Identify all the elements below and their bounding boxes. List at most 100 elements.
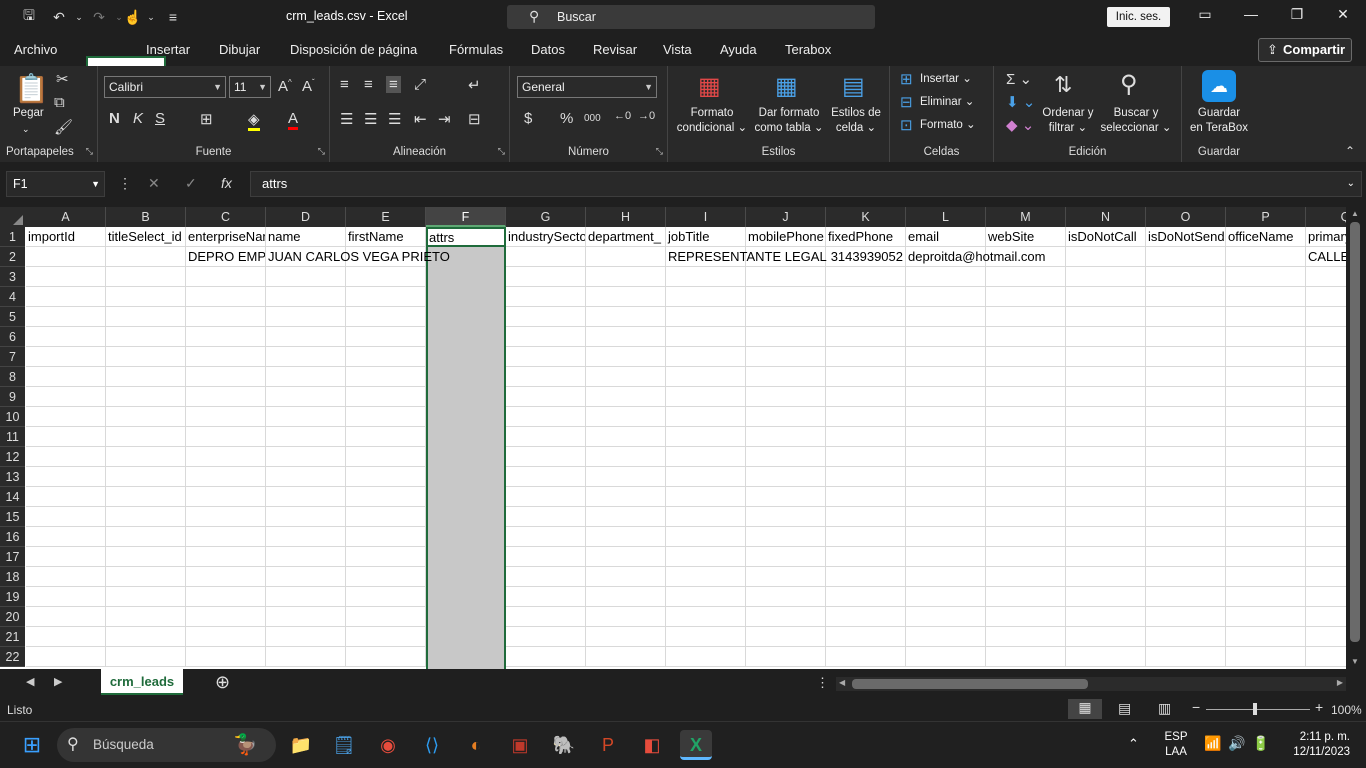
paste-icon[interactable]: 📋 bbox=[14, 72, 49, 105]
postgresql-icon[interactable]: 🐘 bbox=[548, 730, 580, 760]
cell-e4[interactable] bbox=[346, 287, 426, 307]
format-as-table-button[interactable]: Dar formato como tabla ⌄ bbox=[754, 106, 824, 136]
cell-h17[interactable] bbox=[586, 547, 666, 567]
cell-m19[interactable] bbox=[986, 587, 1066, 607]
cell-d2[interactable]: JUAN CARLOS VEGA PRIETO bbox=[266, 247, 450, 267]
cell-e21[interactable] bbox=[346, 627, 426, 647]
cell-h8[interactable] bbox=[586, 367, 666, 387]
cell-b13[interactable] bbox=[106, 467, 186, 487]
cell-p17[interactable] bbox=[1226, 547, 1306, 567]
cell-k19[interactable] bbox=[826, 587, 906, 607]
cell-b11[interactable] bbox=[106, 427, 186, 447]
grow-font-icon[interactable]: A^ bbox=[278, 78, 292, 95]
cell-e10[interactable] bbox=[346, 407, 426, 427]
cell-c8[interactable] bbox=[186, 367, 266, 387]
cell-d21[interactable] bbox=[266, 627, 346, 647]
cell-l21[interactable] bbox=[906, 627, 986, 647]
cell-i3[interactable] bbox=[666, 267, 746, 287]
cell-p9[interactable] bbox=[1226, 387, 1306, 407]
row-header-17[interactable]: 17 bbox=[0, 547, 25, 567]
cell-p7[interactable] bbox=[1226, 347, 1306, 367]
insert-function-icon[interactable]: fx bbox=[221, 175, 232, 191]
cell-i19[interactable] bbox=[666, 587, 746, 607]
cell-a13[interactable] bbox=[26, 467, 106, 487]
notepad-icon[interactable]: 🗒 bbox=[328, 730, 360, 760]
cell-j20[interactable] bbox=[746, 607, 826, 627]
column-header-h[interactable]: H bbox=[586, 207, 666, 227]
cell-a22[interactable] bbox=[26, 647, 106, 667]
cell-b17[interactable] bbox=[106, 547, 186, 567]
tab-terabox[interactable]: Terabox bbox=[785, 42, 831, 57]
row-header-4[interactable]: 4 bbox=[0, 287, 25, 307]
cell-n5[interactable] bbox=[1066, 307, 1146, 327]
shrink-font-icon[interactable]: Aˇ bbox=[302, 78, 315, 95]
cell-c17[interactable] bbox=[186, 547, 266, 567]
scroll-right-icon[interactable]: ▶ bbox=[1337, 678, 1343, 687]
cell-n8[interactable] bbox=[1066, 367, 1146, 387]
cell-l13[interactable] bbox=[906, 467, 986, 487]
cell-b16[interactable] bbox=[106, 527, 186, 547]
cell-n16[interactable] bbox=[1066, 527, 1146, 547]
cell-j21[interactable] bbox=[746, 627, 826, 647]
orientation-icon[interactable]: ⤢ bbox=[414, 76, 426, 93]
tab-dibujar[interactable]: Dibujar bbox=[219, 42, 260, 57]
cell-c3[interactable] bbox=[186, 267, 266, 287]
decrease-decimal-icon[interactable]: →0 bbox=[638, 110, 655, 122]
cell-g8[interactable] bbox=[506, 367, 586, 387]
sheet-tab-crm-leads[interactable]: crm_leads bbox=[101, 669, 183, 695]
maximize-button[interactable]: ❐ bbox=[1282, 6, 1312, 26]
taskbar-search[interactable]: ⚲ Búsqueda 🦆 bbox=[57, 728, 276, 762]
save-terabox-button[interactable]: Guardar en TeraBox bbox=[1182, 106, 1256, 136]
cell-g10[interactable] bbox=[506, 407, 586, 427]
cell-b22[interactable] bbox=[106, 647, 186, 667]
tab-datos[interactable]: Datos bbox=[531, 42, 565, 57]
cell-p12[interactable] bbox=[1226, 447, 1306, 467]
row-header-21[interactable]: 21 bbox=[0, 627, 25, 647]
cell-e14[interactable] bbox=[346, 487, 426, 507]
cell-o12[interactable] bbox=[1146, 447, 1226, 467]
row-header-14[interactable]: 14 bbox=[0, 487, 25, 507]
cell-n10[interactable] bbox=[1066, 407, 1146, 427]
format-cells-button[interactable]: Formato ⌄ bbox=[920, 118, 976, 133]
active-cell-f1[interactable]: attrs bbox=[426, 227, 506, 247]
cell-e22[interactable] bbox=[346, 647, 426, 667]
cell-m8[interactable] bbox=[986, 367, 1066, 387]
column-header-i[interactable]: I bbox=[666, 207, 746, 227]
cell-a5[interactable] bbox=[26, 307, 106, 327]
cell-o7[interactable] bbox=[1146, 347, 1226, 367]
cell-n17[interactable] bbox=[1066, 547, 1146, 567]
winrar-icon[interactable]: ▣ bbox=[504, 730, 536, 760]
scroll-left-icon[interactable]: ◀ bbox=[839, 678, 845, 687]
page-layout-view-icon[interactable]: ▤ bbox=[1118, 700, 1131, 717]
redo-icon[interactable]: ↷ bbox=[88, 6, 110, 28]
cell-i12[interactable] bbox=[666, 447, 746, 467]
row-header-7[interactable]: 7 bbox=[0, 347, 25, 367]
cell-g5[interactable] bbox=[506, 307, 586, 327]
column-header-l[interactable]: L bbox=[906, 207, 986, 227]
cell-i22[interactable] bbox=[666, 647, 746, 667]
cell-o21[interactable] bbox=[1146, 627, 1226, 647]
name-box[interactable]: F1 ▼ bbox=[6, 171, 105, 197]
cell-j5[interactable] bbox=[746, 307, 826, 327]
number-format-select[interactable]: General ▼ bbox=[517, 76, 657, 98]
cell-c21[interactable] bbox=[186, 627, 266, 647]
cell-i21[interactable] bbox=[666, 627, 746, 647]
cell-l19[interactable] bbox=[906, 587, 986, 607]
tab-vista[interactable]: Vista bbox=[663, 42, 692, 57]
cell-h1[interactable]: department_ bbox=[586, 227, 666, 247]
cell-a8[interactable] bbox=[26, 367, 106, 387]
tab-revisar[interactable]: Revisar bbox=[593, 42, 637, 57]
cell-b7[interactable] bbox=[106, 347, 186, 367]
cell-k18[interactable] bbox=[826, 567, 906, 587]
cell-i18[interactable] bbox=[666, 567, 746, 587]
cell-d11[interactable] bbox=[266, 427, 346, 447]
align-middle-icon[interactable]: ≡ bbox=[364, 76, 373, 93]
cell-m18[interactable] bbox=[986, 567, 1066, 587]
align-left-icon[interactable]: ☰ bbox=[340, 110, 353, 128]
cell-p18[interactable] bbox=[1226, 567, 1306, 587]
cell-i9[interactable] bbox=[666, 387, 746, 407]
cell-b10[interactable] bbox=[106, 407, 186, 427]
cell-g16[interactable] bbox=[506, 527, 586, 547]
cell-h3[interactable] bbox=[586, 267, 666, 287]
ribbon-display-icon[interactable]: ▭ bbox=[1190, 6, 1220, 26]
